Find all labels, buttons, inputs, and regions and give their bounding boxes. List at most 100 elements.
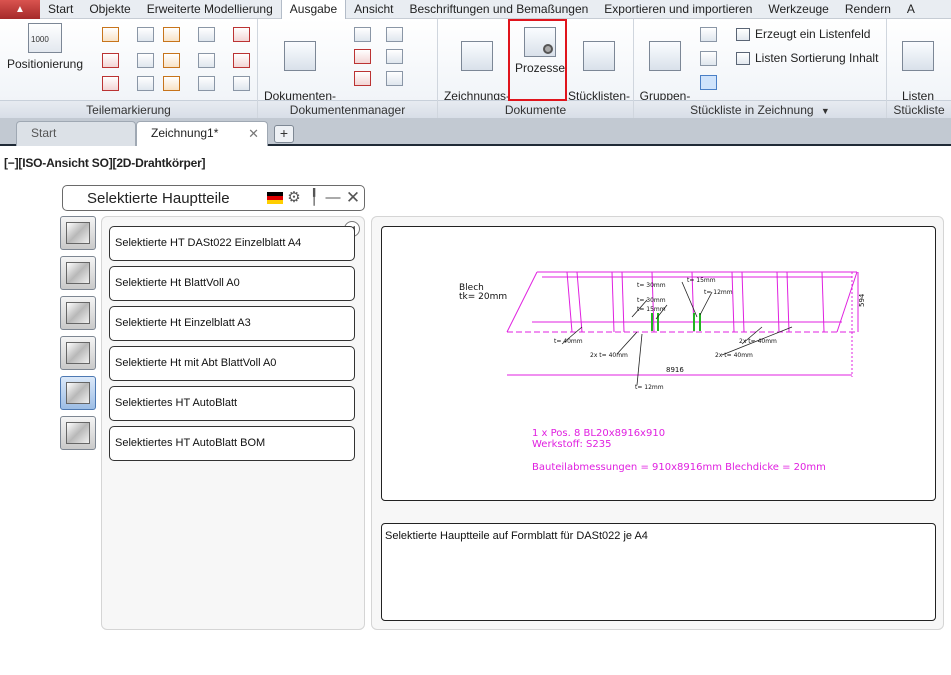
- category-frame-button[interactable]: [60, 256, 96, 290]
- dimensions-text: Bauteilabmessungen = 910x8916mm Blechdic…: [532, 462, 826, 473]
- pos-sort-icon[interactable]: [198, 76, 215, 91]
- menu-ansicht[interactable]: Ansicht: [346, 0, 401, 19]
- tab-zeichnung1[interactable]: Zeichnung1* ✕: [136, 121, 268, 146]
- camera-gray-icon: [66, 422, 90, 444]
- category-camera-gray-button[interactable]: [60, 416, 96, 450]
- gear-icon[interactable]: ⚙: [286, 189, 302, 207]
- panel-stueckliste-zeichnung: Gruppen- Manager Erzeugt ein Listenfeld …: [634, 19, 887, 118]
- group-manager-icon: [649, 41, 681, 71]
- mark-delete-icon[interactable]: [102, 53, 119, 68]
- category-plate-button[interactable]: [60, 336, 96, 370]
- weld-label: 2x t= 40mm: [715, 352, 753, 359]
- weld-label: t= 12mm: [635, 384, 664, 391]
- pos-flag-icon[interactable]: [233, 27, 250, 42]
- list-select-icon[interactable]: [700, 75, 717, 90]
- listfield-icon: [736, 27, 750, 41]
- pin-icon[interactable]: ╿: [306, 189, 322, 207]
- erzeugt-listenfeld-button[interactable]: Erzeugt ein Listenfeld: [736, 27, 870, 41]
- listen-sortierung-button[interactable]: Listen Sortierung Inhalt: [736, 51, 878, 65]
- drawing-style-icon: [461, 41, 493, 71]
- pos-123-icon[interactable]: [198, 27, 215, 42]
- doc-edit-icon[interactable]: [386, 27, 403, 42]
- viewport-controls[interactable]: [−][ISO-Ansicht SO][2D-Drahtkörper]: [4, 156, 206, 170]
- doc-delete-icon[interactable]: [354, 49, 371, 64]
- pos-table-icon[interactable]: [163, 27, 180, 42]
- list-item[interactable]: Selektiertes HT AutoBlatt: [109, 386, 355, 421]
- pos-renumber-icon[interactable]: [198, 53, 215, 68]
- thickness-label: tk= 20mm: [459, 292, 507, 302]
- numbering-icon[interactable]: [137, 27, 154, 42]
- category-assembly-button[interactable]: [60, 376, 96, 410]
- create-list-icon: [902, 41, 934, 71]
- height-dim-label: 594: [858, 293, 866, 307]
- drawing-preview: Blech tk= 20mm t= 15mm t= 12mm t= 30mm t…: [381, 226, 936, 501]
- weld-label: t= 15mm: [637, 306, 666, 313]
- menu-start[interactable]: Start: [40, 0, 81, 19]
- doc-add-icon[interactable]: [354, 27, 371, 42]
- menu-exportieren[interactable]: Exportieren und importieren: [596, 0, 760, 19]
- menu-objekte[interactable]: Objekte: [81, 0, 138, 19]
- length-dim-label: 8916: [666, 366, 684, 374]
- positionierung-button[interactable]: 1000 Positionierung: [4, 23, 86, 71]
- weld-label: 2x t= 40mm: [590, 352, 628, 359]
- weld-label: t= 12mm: [704, 289, 733, 296]
- dialog-title: Selektierte Hauptteile: [87, 190, 230, 207]
- weld-label: t= 15mm: [687, 277, 716, 284]
- description-box: Selektierte Hauptteile auf Formblatt für…: [381, 523, 936, 621]
- prozesse-highlight: [508, 19, 567, 101]
- plate-icon: [66, 342, 90, 364]
- panel-title-dokumentenmanager: Dokumentenmanager: [258, 100, 437, 118]
- menu-beschriftungen[interactable]: Beschriftungen und Bemaßungen: [402, 0, 597, 19]
- minimize-icon[interactable]: —: [325, 189, 341, 207]
- dialog-title-bar: Selektierte Hauptteile ⚙ ╿ — ✕: [62, 185, 365, 211]
- add-tab-button[interactable]: +: [274, 125, 294, 143]
- list-item[interactable]: Selektierte Ht BlattVoll A0: [109, 266, 355, 301]
- material-text: Werkstoff: S235: [532, 439, 611, 450]
- panel-title-teilemarkierung: Teilemarkierung: [0, 100, 257, 118]
- mark-remove-icon[interactable]: [102, 76, 119, 91]
- pos-angle-icon[interactable]: [233, 53, 250, 68]
- length-dimension: [507, 272, 859, 377]
- list-item[interactable]: Selektierte Ht Einzelblatt A3: [109, 306, 355, 341]
- list-filter-icon[interactable]: [700, 27, 717, 42]
- doc-refresh-icon[interactable]: [386, 49, 403, 64]
- menu-erweiterte-modellierung[interactable]: Erweiterte Modellierung: [139, 0, 281, 19]
- doc-settings-icon[interactable]: [386, 71, 403, 86]
- ribbon: 1000 Positionierung Teilemarkierung Doku…: [0, 19, 951, 118]
- pos-grid2-icon[interactable]: [233, 76, 250, 91]
- close-icon[interactable]: ✕: [248, 122, 259, 145]
- category-profile-button[interactable]: [60, 216, 96, 250]
- tab-start[interactable]: Start: [16, 121, 136, 146]
- menu-werkzeuge[interactable]: Werkzeuge: [760, 0, 836, 19]
- list-item[interactable]: Selektierte HT DASt022 Einzelblatt A4: [109, 226, 355, 261]
- document-tab-bar: Start Zeichnung1* ✕ +: [0, 118, 951, 146]
- equal-mark-icon[interactable]: [137, 76, 154, 91]
- panel-title-dokumente: Dokumente: [438, 100, 633, 118]
- process-list-panel: ◀ Selektierte HT DASt022 Einzelblatt A4 …: [101, 216, 365, 630]
- pos-edit-icon[interactable]: [163, 53, 180, 68]
- frame-icon: [66, 262, 90, 284]
- panel-stueckliste: Listen erstellen Stückliste: [887, 19, 951, 118]
- frame-mark-icon[interactable]: [137, 53, 154, 68]
- menu-rendern[interactable]: Rendern: [837, 0, 899, 19]
- close-icon[interactable]: ✕: [345, 189, 361, 207]
- doc-remove-icon[interactable]: [354, 71, 371, 86]
- list-item[interactable]: Selektierte Ht mit Abt BlattVoll A0: [109, 346, 355, 381]
- weld-label: t= 30mm: [637, 297, 666, 304]
- positionierung-icon: 1000: [28, 23, 62, 53]
- profile-icon: [66, 222, 90, 244]
- list-item[interactable]: Selektiertes HT AutoBlatt BOM: [109, 426, 355, 461]
- list-add-icon[interactable]: [700, 51, 717, 66]
- mark-part-icon[interactable]: [102, 27, 119, 42]
- menu-more[interactable]: A: [899, 0, 923, 19]
- menu-ausgabe[interactable]: Ausgabe: [280, 0, 347, 19]
- german-flag-icon[interactable]: [267, 192, 283, 204]
- pos-grid-icon[interactable]: [163, 76, 180, 91]
- weld-label: 2x t= 40mm: [739, 338, 777, 345]
- panel-teilemarkierung: 1000 Positionierung Teilemarkierung: [0, 19, 258, 118]
- weld-label: t= 40mm: [554, 338, 583, 345]
- panel-title-stueckliste-zeichnung[interactable]: Stückliste in Zeichnung ▼: [634, 100, 886, 118]
- category-camera-button[interactable]: [60, 296, 96, 330]
- app-logo[interactable]: ▲: [0, 0, 40, 19]
- assembly-icon: [66, 382, 90, 404]
